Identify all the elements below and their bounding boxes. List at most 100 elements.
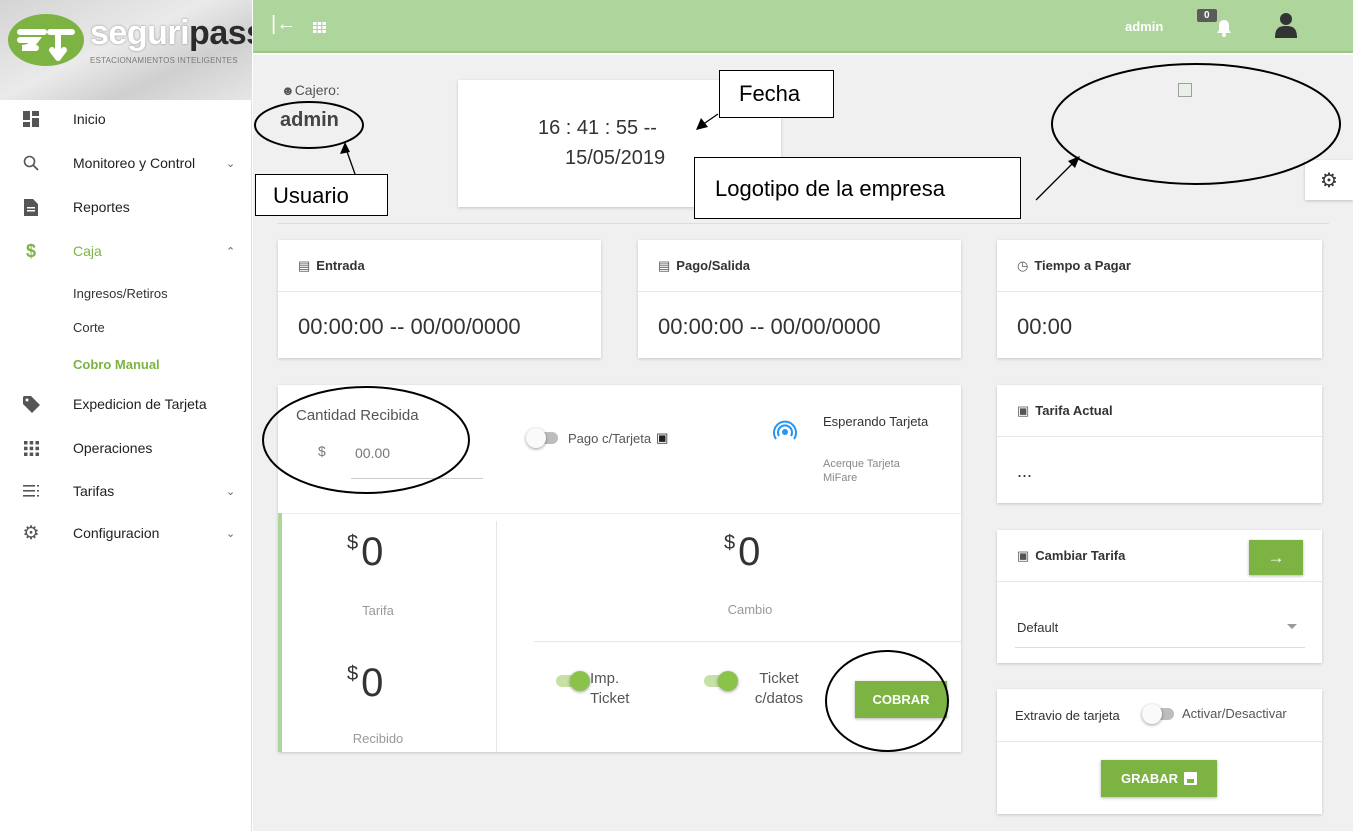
seguripass-logo-mark (8, 14, 84, 66)
annotation-logotipo: Logotipo de la empresa (694, 157, 1021, 219)
brand-name: seguripass (90, 14, 252, 52)
toggle-knob (570, 671, 590, 691)
cobrar-button[interactable]: COBRAR (855, 681, 947, 718)
sidebar-item-caja[interactable]: $ Caja ⌃ (0, 234, 252, 268)
grid-icon (22, 439, 40, 457)
chevron-down-icon: ⌄ (226, 157, 236, 170)
brand-logo: seguripass ESTACIONAMIENTOS INTELIGENTES (0, 0, 252, 100)
vertical-divider (496, 521, 497, 752)
section-divider (534, 641, 961, 642)
dashboard-icon (22, 110, 40, 128)
ticket-datos-label: Ticket c/datos (754, 670, 804, 707)
payment-card: Cantidad Recibida $ 00.00 Pago c/Tarjeta… (278, 385, 961, 752)
cambiar-tarifa-card: ▣ Cambiar Tarifa → Default (997, 530, 1322, 663)
top-bar: |← admin 0 (253, 0, 1353, 53)
sidebar-item-label: Tarifas (73, 483, 115, 499)
entrada-card-header: ▤ Entrada (278, 240, 601, 292)
toggle-switch[interactable] (1142, 703, 1174, 724)
tiempo-value: 00:00 (1017, 314, 1073, 339)
list-icon (22, 482, 40, 500)
apps-grid-icon[interactable] (313, 20, 326, 38)
sidebar-subitem-corte[interactable]: Corte (73, 320, 105, 335)
sidebar: seguripass ESTACIONAMIENTOS INTELIGENTES… (0, 0, 252, 831)
apply-tarifa-arrow-button[interactable]: → (1249, 540, 1303, 575)
notification-badge: 0 (1197, 9, 1217, 22)
sidebar-subitem-ingresos[interactable]: Ingresos/Retiros (73, 286, 168, 301)
section-divider (278, 513, 961, 514)
credit-card-icon: ▣ (656, 430, 669, 445)
cantidad-label: Cantidad Recibida (296, 407, 419, 424)
entrada-value: 00:00:00 -- 00/00/0000 (298, 314, 521, 339)
sidebar-item-expedicion[interactable]: Expedicion de Tarjeta (0, 387, 252, 421)
file-icon (22, 198, 40, 216)
calendar-icon: ▤ (658, 257, 671, 273)
recibido-amount: $0 (347, 661, 384, 705)
gear-icon: ⚙ (22, 522, 40, 544)
pago-salida-card: ▤ Pago/Salida 00:00:00 -- 00/00/0000 (638, 240, 961, 358)
tarifa-accent-bar (278, 513, 282, 752)
toggle-switch[interactable] (556, 671, 590, 691)
user-avatar-icon[interactable] (1275, 12, 1297, 43)
extravio-title: Extravio de tarjeta (1015, 708, 1120, 723)
pago-salida-card-header: ▤ Pago/Salida (638, 240, 961, 292)
sidebar-subitem-cobro-manual[interactable]: Cobro Manual (73, 357, 160, 372)
tarifa-select[interactable]: Default (1015, 600, 1305, 648)
divider (997, 741, 1322, 742)
user-circle-icon: ☻ (281, 83, 295, 98)
grabar-label: GRABAR (1120, 771, 1179, 786)
tarifa-label: Tarifa (362, 603, 394, 618)
collapse-sidebar-icon[interactable]: |← (271, 13, 296, 36)
toggle-switch[interactable] (526, 428, 558, 448)
sidebar-item-label: Expedicion de Tarjeta (73, 396, 207, 412)
cantidad-input[interactable]: 00.00 (351, 441, 483, 479)
divider (277, 223, 1329, 224)
toggle-knob (526, 428, 546, 448)
dropdown-caret-icon (1287, 624, 1297, 629)
cambio-label: Cambio (727, 602, 773, 617)
sidebar-item-label: Reportes (73, 199, 130, 215)
tarifa-actual-card: ▣ Tarifa Actual ... (997, 385, 1322, 503)
sidebar-item-label: Caja (73, 243, 102, 259)
annotation-usuario: Usuario (255, 174, 388, 216)
sidebar-item-tarifas[interactable]: Tarifas ⌄ (0, 474, 252, 508)
topbar-username[interactable]: admin (1125, 19, 1163, 34)
cantidad-placeholder: 00.00 (355, 445, 391, 461)
tarifa-actual-value: ... (1017, 461, 1033, 481)
pago-tarjeta-label: Pago c/Tarjeta (568, 430, 652, 446)
clock-date: 15/05/2019 (565, 147, 666, 169)
pago-tarjeta-toggle[interactable]: Pago c/Tarjeta ▣ (526, 428, 669, 448)
sidebar-item-label: Inicio (73, 111, 106, 127)
calendar-icon: ▤ (298, 257, 311, 273)
dollar-icon: $ (25, 240, 36, 261)
settings-gear-button[interactable]: ⚙ (1305, 160, 1353, 200)
toggle-knob (1142, 703, 1162, 724)
sidebar-item-operaciones[interactable]: Operaciones (0, 431, 252, 465)
tarifa-actual-header: ▣ Tarifa Actual (997, 385, 1322, 437)
sidebar-item-label: Configuracion (73, 525, 160, 541)
bell-icon[interactable] (1216, 19, 1232, 42)
sidebar-item-monitoreo[interactable]: Monitoreo y Control ⌄ (0, 146, 252, 180)
sidebar-item-inicio[interactable]: Inicio (0, 102, 252, 136)
ticket-datos-toggle[interactable]: Ticket c/datos (704, 669, 814, 709)
tag-icon (22, 395, 40, 413)
sidebar-item-label: Monitoreo y Control (73, 155, 196, 171)
extravio-card: Extravio de tarjeta Activar/Desactivar G… (997, 689, 1322, 814)
acerque-label: Acerque Tarjeta MiFare (823, 458, 900, 484)
extravio-toggle[interactable]: Activar/Desactivar (1142, 703, 1287, 724)
imp-ticket-toggle[interactable]: Imp. Ticket (556, 670, 656, 709)
grabar-button[interactable]: GRABAR (1101, 760, 1217, 797)
file-plus-icon: ▣ (1017, 547, 1030, 563)
nfc-icon (773, 420, 797, 449)
cajero-name: admin (280, 109, 339, 131)
chevron-down-icon: ⌄ (226, 527, 236, 540)
chevron-down-icon: ⌄ (226, 485, 236, 498)
toggle-switch[interactable] (704, 671, 738, 691)
cajero-label: ☻Cajero: (281, 82, 340, 98)
entrada-card: ▤ Entrada 00:00:00 -- 00/00/0000 (278, 240, 601, 358)
sidebar-item-configuracion[interactable]: ⚙ Configuracion ⌄ (0, 516, 252, 550)
save-icon (1184, 772, 1198, 785)
sidebar-item-reportes[interactable]: Reportes (0, 190, 252, 224)
extravio-toggle-label: Activar/Desactivar (1182, 706, 1287, 721)
imp-ticket-label: Imp. Ticket (590, 670, 630, 707)
currency-symbol: $ (318, 443, 326, 459)
